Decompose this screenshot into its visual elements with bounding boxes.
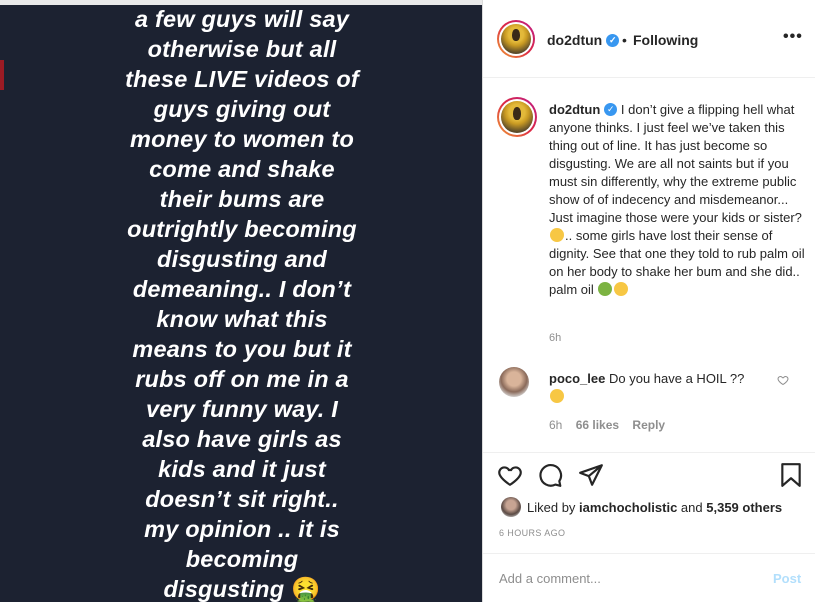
story-line: disgusting and — [157, 246, 327, 272]
comment-timestamp: 6h — [549, 418, 563, 432]
comment-like-heart-icon[interactable] — [777, 374, 789, 386]
story-line: rubs off on me in a — [135, 366, 349, 392]
following-button[interactable]: Following — [633, 32, 698, 48]
story-line: outrightly becoming — [127, 216, 357, 242]
story-line: kids and it just — [158, 456, 326, 482]
story-line: a few guys will say — [134, 6, 350, 32]
story-line: means to you but it — [132, 336, 352, 362]
story-line: come and shake — [149, 156, 335, 182]
nauseated-emoji-icon — [598, 282, 613, 296]
comment-likes[interactable]: 66 likes — [576, 418, 619, 432]
story-line: very funny way. I — [146, 396, 338, 422]
actions-divider — [483, 452, 815, 453]
post-comment-button[interactable]: Post — [773, 571, 801, 586]
story-line: becoming — [185, 546, 299, 572]
others-count[interactable]: 5,359 others — [706, 500, 782, 515]
caption-timestamp: 6h — [549, 332, 562, 344]
like-heart-icon[interactable] — [497, 462, 523, 488]
author-avatar[interactable] — [497, 20, 535, 58]
share-paper-plane-icon[interactable] — [578, 462, 604, 488]
caption-username[interactable]: do2dtun — [549, 102, 600, 117]
comment: poco_lee Do you have a HOIL ?? — [549, 370, 769, 406]
story-line-last: disgusting 🤮 — [163, 576, 321, 602]
post-header: do2dtun ✓ • Following ••• — [483, 0, 815, 78]
caption-text-2: .. some girls have lost their sense of d… — [549, 228, 805, 297]
story-line: these LIVE videos of — [125, 66, 359, 92]
comment-meta: 6h 66 likes Reply — [549, 418, 675, 432]
liker-username[interactable]: iamchocholistic — [579, 500, 677, 515]
add-comment-section: Post — [483, 553, 815, 603]
story-image: a few guys will say otherwise but all th… — [0, 0, 482, 602]
separator-dot: • — [622, 32, 627, 48]
story-line: guys giving out — [153, 96, 331, 122]
story-line: also have girls as — [142, 426, 342, 452]
liker-avatar[interactable] — [501, 497, 521, 517]
grimace-emoji-icon — [550, 228, 564, 242]
post-time-ago[interactable]: 6 HOURS AGO — [499, 528, 565, 538]
post-caption: do2dtun ✓ I don’t give a flipping hell wh… — [549, 101, 805, 299]
commenter-avatar[interactable] — [499, 367, 529, 397]
story-line: otherwise but all — [147, 36, 337, 62]
story-line: money to women to — [129, 126, 355, 152]
vomit-emoji-icon: 🤮 — [291, 576, 321, 602]
save-bookmark-icon[interactable] — [778, 462, 804, 488]
comment-username[interactable]: poco_lee — [549, 371, 605, 386]
liked-by-text: Liked by iamchocholistic and 5,359 other… — [527, 500, 783, 515]
add-comment-input[interactable] — [499, 568, 749, 588]
eye-roll-emoji-icon — [614, 282, 629, 296]
comment-bubble-icon[interactable] — [537, 462, 563, 488]
story-line: doesn’t sit right.. — [145, 486, 339, 512]
caption-text-1: I don’t give a flipping hell what anyone… — [549, 102, 802, 225]
story-edge-mark — [0, 60, 4, 90]
story-text: a few guys will say otherwise but all th… — [12, 4, 472, 602]
comment-reply-button[interactable]: Reply — [632, 418, 665, 432]
comment-text: Do you have a HOIL ?? — [608, 371, 745, 386]
story-line: my opinion .. it is — [144, 516, 340, 542]
post-panel: do2dtun ✓ • Following ••• do2dtun ✓ I don’… — [483, 0, 815, 602]
caption-avatar[interactable] — [497, 97, 537, 137]
verified-badge-icon: ✓ — [604, 103, 618, 117]
story-line: demeaning.. I don’t — [132, 276, 352, 302]
more-options-icon[interactable]: ••• — [783, 28, 803, 46]
laughing-emoji-icon — [550, 389, 564, 403]
story-line: their bums are — [159, 186, 325, 212]
verified-badge-icon: ✓ — [606, 33, 620, 47]
author-username[interactable]: do2dtun ✓ — [547, 32, 620, 48]
story-line: know what this — [156, 306, 328, 332]
